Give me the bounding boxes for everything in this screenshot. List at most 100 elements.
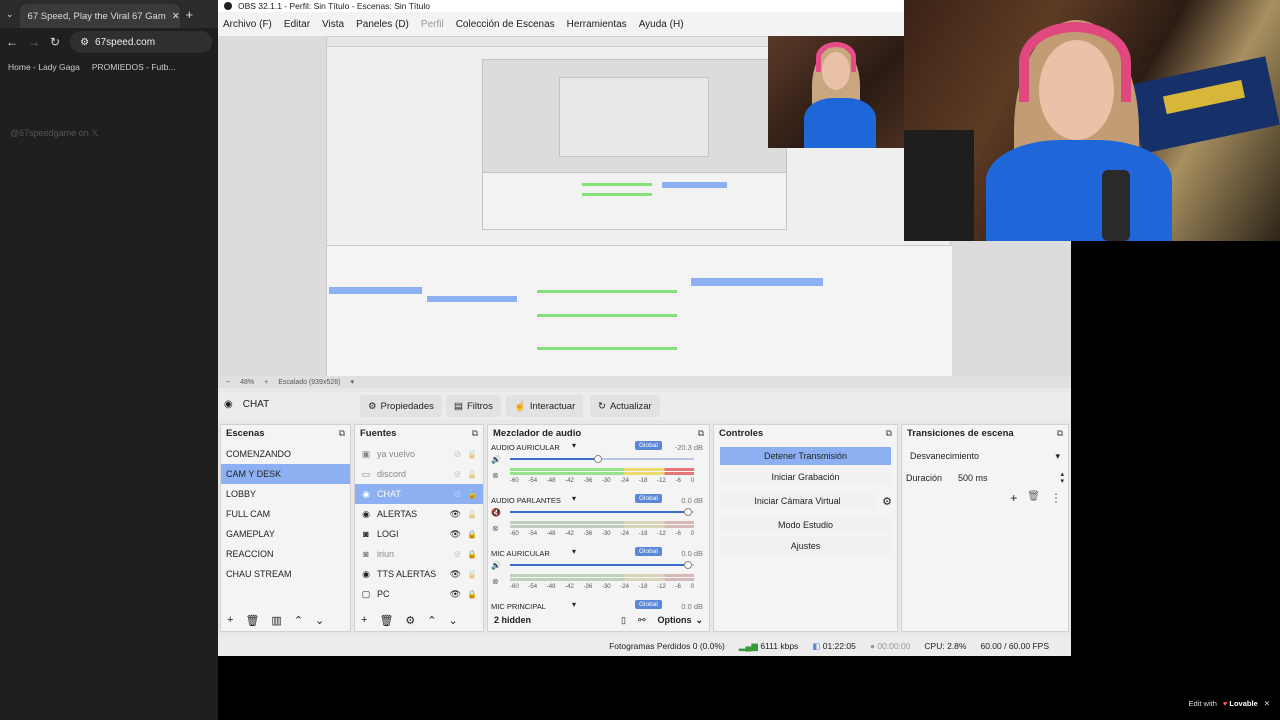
interact-button[interactable]: ☝ Interactuar (506, 395, 584, 417)
duration-spinbox[interactable]: 500 ms (958, 473, 1044, 483)
lock-icon[interactable]: 🔒 (467, 570, 477, 579)
close-icon[interactable]: ✕ (1264, 699, 1270, 708)
eye-icon[interactable]: 👁 (450, 529, 461, 540)
undock-icon[interactable]: ⧉ (886, 428, 892, 439)
chevron-down-icon[interactable]: ▾ (572, 547, 576, 556)
global-badge[interactable]: Global (635, 547, 662, 556)
chevron-down-icon[interactable]: ▾ (572, 494, 576, 503)
preview-scale-select[interactable]: Escalado (939x528) (278, 379, 340, 386)
start-virtual-camera-button[interactable]: Iniciar Cámara Virtual (720, 492, 875, 510)
source-item[interactable]: ◙ LOGI 👁 🔒 (355, 524, 483, 544)
remove-source-button[interactable]: 🗑 (379, 614, 393, 627)
reload-icon[interactable]: ↻ (50, 35, 60, 49)
undock-icon[interactable]: ⧉ (339, 428, 345, 439)
scene-item[interactable]: LOBBY (221, 484, 350, 504)
hidden-count[interactable]: 2 hidden (494, 615, 531, 625)
bookmark-promiedos[interactable]: PROMIEDOS - Futb... (92, 62, 176, 72)
lock-icon[interactable]: 🔒 (467, 470, 477, 479)
start-recording-button[interactable]: Iniciar Grabación (720, 468, 891, 486)
menu-coleccion[interactable]: Colección de Escenas (456, 19, 555, 30)
more-options-icon[interactable]: ⋮ (1050, 491, 1062, 505)
volume-knob[interactable] (684, 508, 693, 516)
scene-item[interactable]: FULL CAM (221, 504, 350, 524)
move-up-button[interactable]: ⌃ (294, 614, 303, 627)
remove-transition-button[interactable]: 🗑 (1027, 491, 1040, 505)
page-tweet-link[interactable]: @67speedgame on 𝕏 (10, 128, 98, 139)
browser-tab[interactable]: 67 Speed, Play the Viral 67 Gam ✕ (19, 4, 180, 28)
gear-icon[interactable]: ⚙ (877, 495, 897, 508)
properties-button[interactable]: ⚙ Propiedades (360, 395, 442, 417)
scene-item[interactable]: CAM Y DESK (221, 464, 350, 484)
speaker-icon[interactable]: 🔊 (491, 561, 501, 570)
scene-filters-button[interactable]: ▥ (271, 614, 281, 627)
eye-hidden-icon[interactable]: ⊘ (453, 489, 461, 500)
menu-vista[interactable]: Vista (322, 19, 344, 30)
tab-close-icon[interactable]: ✕ (172, 11, 180, 22)
mute-toggle-icon[interactable]: ⊗ (492, 577, 499, 586)
settings-button[interactable]: Ajustes (720, 537, 891, 555)
scene-item[interactable]: REACCION (221, 544, 350, 564)
eye-icon[interactable]: 👁 (450, 589, 461, 600)
global-badge[interactable]: Global (635, 494, 662, 503)
volume-slider[interactable] (510, 561, 694, 569)
back-icon[interactable]: ← (6, 35, 18, 49)
layout-icon[interactable]: ▯ (621, 615, 626, 626)
tab-list-icon[interactable]: ⌄ (6, 9, 14, 20)
lock-icon[interactable]: 🔒 (467, 510, 477, 519)
scene-item[interactable]: CHAU STREAM (221, 564, 350, 584)
scene-item[interactable]: GAMEPLAY (221, 524, 350, 544)
eye-hidden-icon[interactable]: ⊘ (453, 549, 461, 560)
lock-icon[interactable]: 🔒 (467, 530, 477, 539)
volume-slider[interactable] (510, 455, 694, 463)
volume-slider[interactable] (510, 508, 694, 516)
move-up-button[interactable]: ⌃ (427, 614, 436, 627)
link-icon[interactable]: ⚯ (638, 615, 646, 626)
menu-paneles[interactable]: Paneles (D) (356, 19, 409, 30)
remove-scene-button[interactable]: 🗑 (245, 614, 259, 627)
source-item[interactable]: ◙ iriun ⊘ 🔒 (355, 544, 483, 564)
lock-icon[interactable]: 🔒 (467, 590, 477, 599)
eye-icon[interactable]: 👁 (450, 569, 461, 580)
lock-icon[interactable]: 🔒 (467, 450, 477, 459)
lovable-badge[interactable]: Edit with ♥ Lovable ✕ (1189, 696, 1270, 710)
source-item[interactable]: ◉ ALERTAS 👁 🔒 (355, 504, 483, 524)
undock-icon[interactable]: ⧉ (698, 428, 704, 439)
undock-icon[interactable]: ⧉ (472, 428, 478, 439)
chevron-down-icon[interactable]: ▾ (572, 600, 576, 609)
preview-canvas[interactable] (218, 0, 1280, 377)
menu-archivo[interactable]: Archivo (F) (223, 19, 272, 30)
studio-mode-button[interactable]: Modo Estudio (720, 516, 891, 534)
volume-knob[interactable] (684, 561, 693, 569)
volume-knob[interactable] (594, 455, 603, 463)
global-badge[interactable]: Global (635, 441, 662, 450)
eye-hidden-icon[interactable]: ⊘ (453, 449, 461, 460)
stop-streaming-button[interactable]: Detener Transmisión (720, 447, 891, 465)
spinner-icon[interactable]: ▴ ▾ (1060, 471, 1064, 485)
add-source-button[interactable]: + (361, 614, 367, 626)
transition-select[interactable]: Desvanecimiento ▾ (906, 447, 1064, 465)
menu-editar[interactable]: Editar (284, 19, 310, 30)
move-down-button[interactable]: ⌄ (449, 614, 458, 627)
eye-icon[interactable]: 👁 (450, 509, 461, 520)
mute-toggle-icon[interactable]: ⊗ (492, 524, 499, 533)
forward-icon[interactable]: → (28, 35, 40, 49)
move-down-button[interactable]: ⌄ (315, 614, 324, 627)
site-info-icon[interactable]: ⚙ (80, 37, 89, 48)
mixer-options-button[interactable]: Options (658, 615, 692, 625)
add-transition-button[interactable]: + (1010, 491, 1017, 505)
source-item[interactable]: ▭ discord ⊘ 🔒 (355, 464, 483, 484)
bookmark-lady-gaga[interactable]: Home - Lady Gaga (8, 62, 80, 72)
zoom-out-button[interactable]: − (226, 379, 230, 386)
lock-icon[interactable]: 🔒 (467, 490, 477, 499)
address-bar[interactable]: ⚙ 67speed.com (70, 31, 212, 53)
source-item[interactable]: ▣ ya vuelvo ⊘ 🔒 (355, 444, 483, 464)
muted-speaker-icon[interactable]: 🔇 (491, 508, 501, 517)
menu-perfil[interactable]: Perfil (421, 19, 444, 30)
refresh-button[interactable]: ↻ Actualizar (590, 395, 660, 417)
zoom-in-button[interactable]: + (264, 379, 268, 386)
source-settings-button[interactable]: ⚙ (405, 614, 415, 627)
menu-herramientas[interactable]: Herramientas (567, 19, 627, 30)
scene-item[interactable]: COMENZANDO (221, 444, 350, 464)
chevron-down-icon[interactable]: ▾ (572, 441, 576, 450)
chevron-down-icon[interactable]: ⌄ (696, 615, 704, 626)
